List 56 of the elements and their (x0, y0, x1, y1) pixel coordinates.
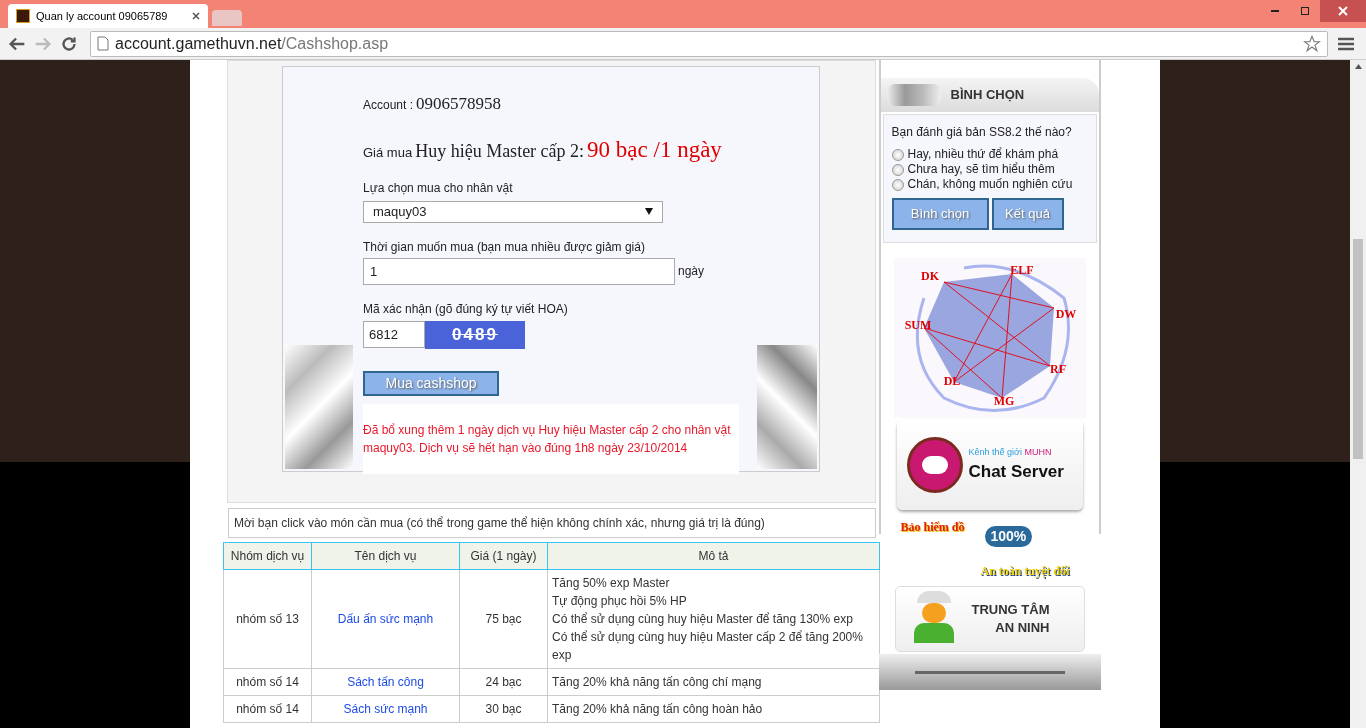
radio-button[interactable] (891, 163, 904, 176)
scrollbar-thumb[interactable] (1353, 239, 1363, 459)
bookmark-star-icon[interactable] (1303, 34, 1321, 53)
character-label: Lựa chọn mua cho nhân vật (363, 180, 514, 197)
poll-option[interactable]: Hay, nhiều thứ để khám phá (891, 147, 1088, 162)
class-diagram-drawing: DK ELF DW RF MG DL SUM (893, 258, 1086, 418)
column-header: Tên dịch vụ (311, 542, 460, 570)
account-number: 0906578958 (416, 93, 502, 115)
success-message: Đã bổ xung thêm 1 ngày dịch vụ Huy hiệu Master cấp 2 cho nhân vật maquy03. Dịch vụ sẽ hết hạn vào đúng 1h8 ngày 23/10/2014 (363, 403, 739, 474)
chat-caption: Kênh thế giới MUHN (968, 445, 1053, 459)
item-name: Huy hiệu Master cấp 2: (415, 139, 585, 163)
chat-title: Chat Server (968, 461, 1064, 483)
column-header: Giá (1 ngày) (459, 542, 548, 570)
duration-unit: ngày (678, 263, 705, 280)
guarantee-badge: 100% (984, 526, 1033, 547)
security-line: AN NINH (995, 619, 1050, 637)
captcha-label: Mã xác nhận (gõ đúng ký tự viết HOA) (363, 300, 569, 318)
table-cell: nhóm số 14 (223, 668, 312, 696)
poll-question: Bạn đánh giá bản SS8.2 thế nào? (891, 124, 1073, 141)
column-header: Mô tả (547, 542, 880, 570)
description-cell: Tăng 50% exp Master Tự động phục hồi 5% HP Có thể sử dụng cùng huy hiệu Master để tăng 130% exp Có thể sử dụng cùng huy hiệu Master cấp 2 để tăng 200% exp (547, 569, 880, 669)
price-value: 90 bạc /1 ngày (587, 135, 722, 164)
price-label: Giá mua (363, 143, 413, 162)
insurance-subtitle: An toàn tuyệt đối (980, 563, 1071, 580)
duration-input[interactable]: 1 (363, 257, 675, 285)
dropdown-caret-icon (645, 208, 653, 216)
account-label: Account : (363, 97, 414, 114)
duration-label: Thời gian muốn mua (bạn mua nhiều được giảm giá) (363, 238, 646, 256)
radio-button[interactable] (891, 178, 904, 191)
column-header: Nhóm dịch vụ (223, 542, 312, 570)
address-bar[interactable]: account.gamethuvn.net/Cashshop.asp (90, 30, 1328, 57)
menu-icon[interactable] (1338, 36, 1354, 51)
table-cell: nhóm số 13 (223, 569, 312, 669)
poll-option[interactable]: Chán, không muốn nghiên cứu (891, 177, 1088, 192)
character-select[interactable]: maquy03 (363, 201, 663, 223)
table-cell: 24 bạc (459, 668, 548, 696)
page-icon (97, 36, 109, 51)
scroll-up-icon[interactable] (1354, 64, 1362, 69)
table-cell: nhóm số 14 (223, 695, 312, 723)
notice-text: Mời bạn click vào món cần mua (có thể trong game thể hiện không chính xác, nhưng giá trị là đúng) (228, 508, 876, 538)
table-cell: 75 bạc (459, 569, 548, 669)
security-line: TRUNG TÂM (971, 601, 1050, 619)
site-favicon-icon (16, 9, 30, 23)
url-text: account.gamethuvn.net/Cashshop.asp (115, 33, 389, 54)
close-tab-icon[interactable] (192, 12, 200, 20)
captcha-image: 0489 (425, 320, 525, 349)
radio-button[interactable] (891, 148, 904, 161)
table-cell: 30 bạc (459, 695, 548, 723)
service-link[interactable]: Dấu ấn sức mạnh (337, 612, 434, 626)
poll-title: BÌNH CHỌN (950, 86, 1025, 105)
description-cell: Tăng 20% khả năng tấn công hoàn hảo (547, 695, 880, 723)
close-window-icon[interactable] (1320, 0, 1366, 22)
browser-tab[interactable]: Quan ly account 09065789 (8, 4, 208, 28)
poll-option[interactable]: Chưa hay, sẽ tìm hiểu thêm (891, 162, 1088, 177)
captcha-input[interactable]: 6812 (363, 320, 425, 348)
tab-title: Quan ly account 09065789 (36, 8, 168, 24)
